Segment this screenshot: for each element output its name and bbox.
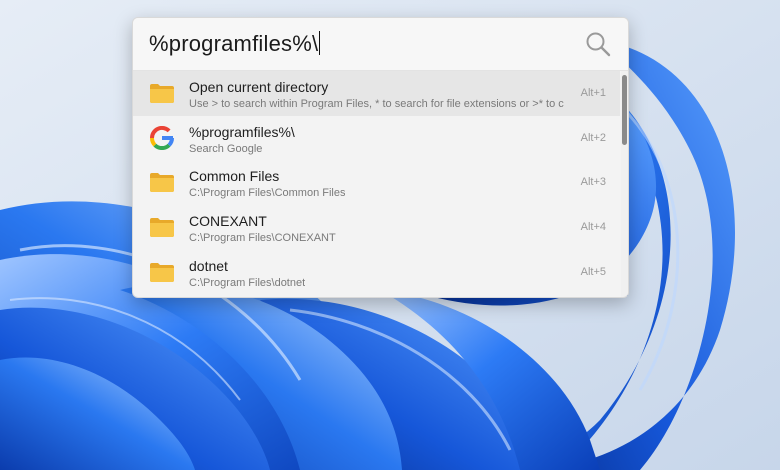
result-hotkey: Alt+5 [580,265,606,278]
launcher-window: %programfiles%\ Open current directory U… [132,17,629,298]
text-caret [319,31,321,55]
folder-icon [150,173,174,193]
folder-icon [150,262,174,282]
scrollbar-thumb[interactable] [622,75,627,145]
result-subtitle: C:\Program Files\CONEXANT [189,232,336,245]
result-title: CONEXANT [189,213,267,230]
result-subtitle: Search Google [189,142,263,155]
result-subtitle: Use > to search within Program Files, * … [189,98,564,110]
result-subtitle: C:\Program Files\Common Files [189,187,346,200]
result-open-current-directory[interactable]: Open current directory Use > to search w… [133,71,620,116]
result-search-google[interactable]: %programfiles%\ Search Google Alt+2 [133,116,620,161]
search-bar: %programfiles%\ [133,18,628,71]
search-query: %programfiles%\ [149,31,319,56]
result-hotkey: Alt+2 [580,131,606,144]
result-common-files[interactable]: Common Files C:\Program Files\Common Fil… [133,160,620,205]
result-title: Open current directory [189,79,329,95]
result-hotkey: Alt+1 [580,87,606,99]
result-title: dotnet [189,257,228,274]
search-icon[interactable] [584,30,612,58]
folder-icon [150,84,174,103]
result-conexant[interactable]: CONEXANT C:\Program Files\CONEXANT Alt+4 [133,205,620,250]
results-list: Open current directory Use > to search w… [133,71,620,294]
result-title: %programfiles%\ [189,123,295,140]
folder-icon [150,218,174,238]
result-hotkey: Alt+4 [580,221,606,234]
search-input[interactable]: %programfiles%\ [149,31,321,57]
google-icon [149,125,175,150]
results-scrollbar[interactable] [621,71,628,297]
result-dotnet[interactable]: dotnet C:\Program Files\dotnet Alt+5 [133,250,620,295]
result-hotkey: Alt+3 [580,176,606,189]
result-title: Common Files [189,168,280,185]
result-subtitle: C:\Program Files\dotnet [189,276,306,289]
